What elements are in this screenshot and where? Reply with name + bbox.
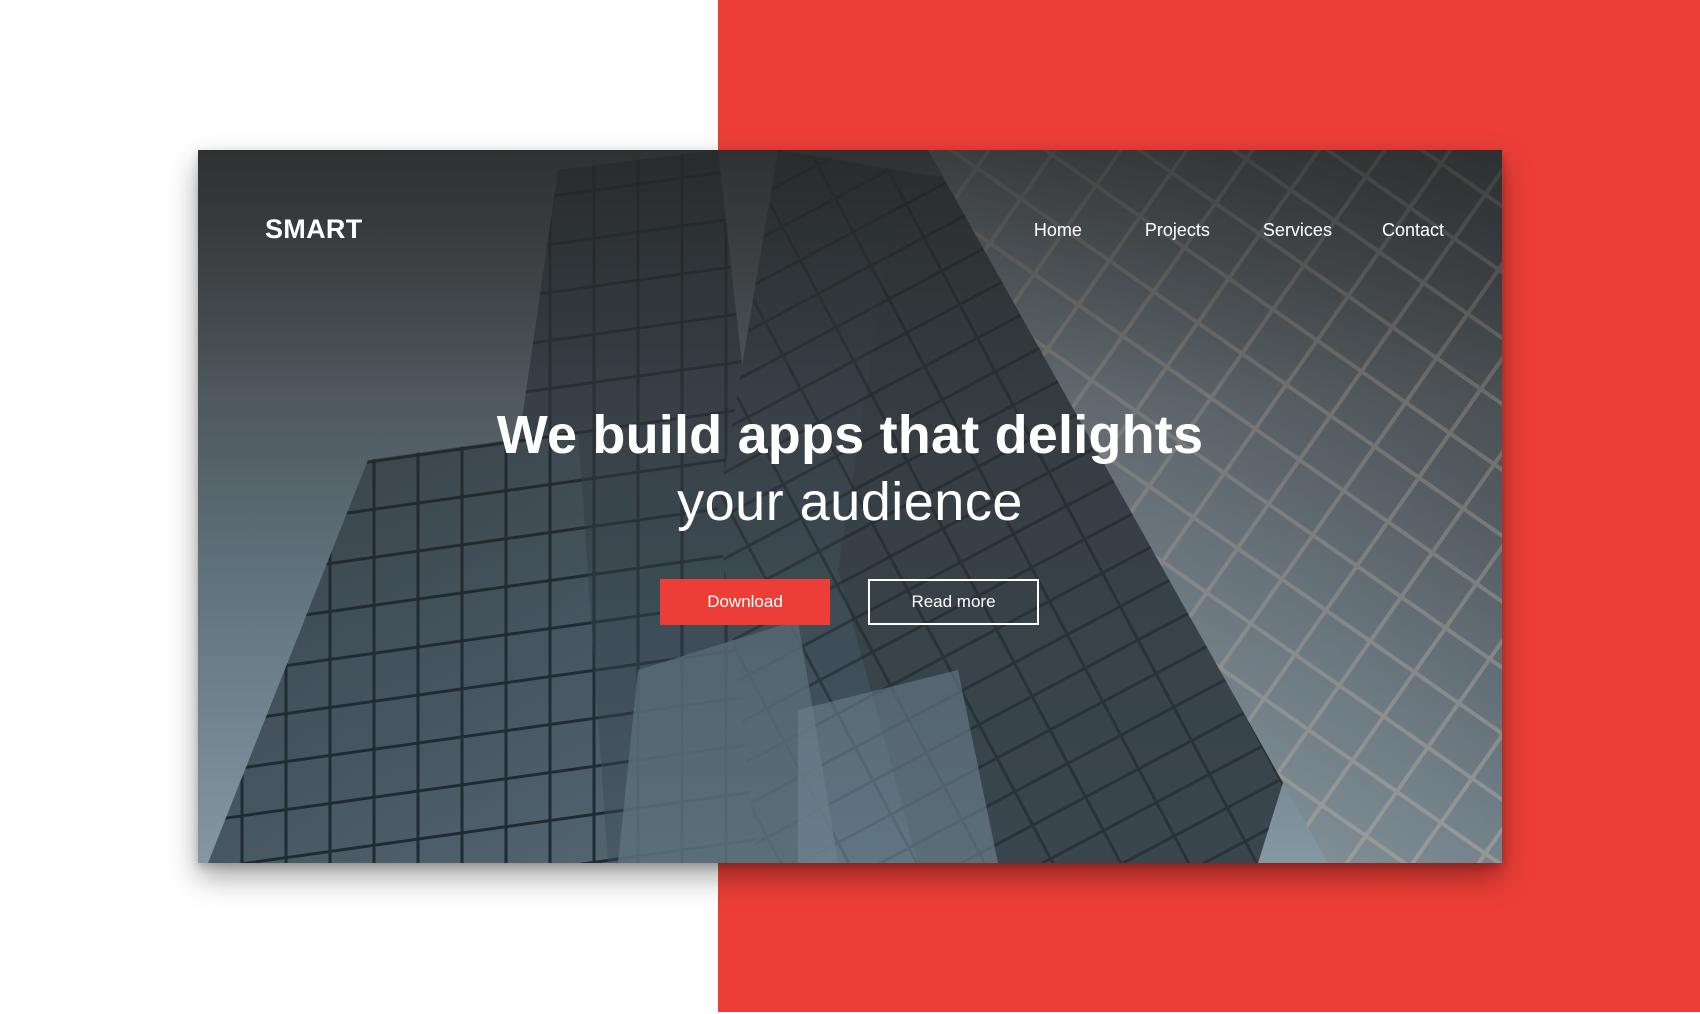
hero-card: SMART Home Projects Services Contact We … (198, 150, 1502, 863)
read-more-button[interactable]: Read more (868, 579, 1039, 625)
nav-item-home[interactable]: Home (1034, 220, 1082, 241)
nav-item-projects[interactable]: Projects (1145, 220, 1210, 241)
download-button[interactable]: Download (660, 579, 830, 625)
nav-item-services[interactable]: Services (1263, 220, 1332, 241)
hero-headline: We build apps that delights your audienc… (198, 402, 1502, 536)
headline-line-2: your audience (677, 472, 1023, 532)
nav-item-contact[interactable]: Contact (1382, 220, 1444, 241)
main-nav: Home Projects Services Contact (1034, 220, 1444, 241)
brand-logo[interactable]: SMART (265, 214, 363, 245)
headline-line-1: We build apps that delights (496, 405, 1204, 465)
page: SMART Home Projects Services Contact We … (0, 0, 1700, 1014)
